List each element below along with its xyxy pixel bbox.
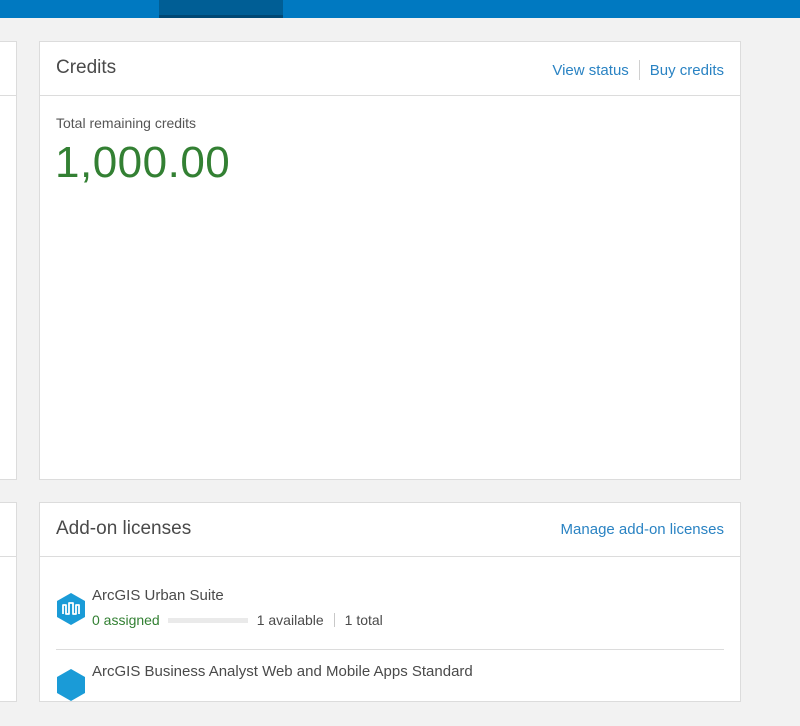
remaining-credits-value: 1,000.00: [55, 138, 231, 187]
license-item: ArcGIS Business Analyst Web and Mobile A…: [56, 656, 724, 726]
available-count: 1 available: [256, 612, 324, 628]
arcgis-urban-icon: [57, 593, 85, 625]
top-nav-bar: [0, 0, 800, 18]
addon-header: Add-on licenses Manage add-on licenses: [40, 503, 740, 557]
left-panel-top: [0, 41, 17, 480]
credits-header: Credits View status Buy credits: [40, 42, 740, 96]
manage-addon-licenses-link[interactable]: Manage add-on licenses: [561, 521, 724, 538]
credits-panel: Credits View status Buy credits Total re…: [39, 41, 741, 480]
assigned-count: 0 assigned: [92, 612, 160, 628]
license-name[interactable]: ArcGIS Urban Suite: [92, 587, 224, 604]
view-status-link[interactable]: View status: [552, 62, 628, 79]
business-analyst-icon: [57, 669, 85, 701]
assignment-progress-bar: [167, 617, 248, 623]
addon-title: Add-on licenses: [56, 518, 192, 539]
left-panel-bottom: [0, 502, 17, 702]
addon-licenses-panel: Add-on licenses Manage add-on licenses A…: [39, 502, 741, 702]
total-count: 1 total: [344, 612, 383, 628]
link-separator: [638, 60, 640, 80]
credits-title: Credits: [56, 57, 117, 78]
credits-links: View status Buy credits: [552, 60, 724, 80]
buy-credits-link[interactable]: Buy credits: [650, 62, 724, 79]
meta-separator: [333, 613, 335, 627]
addon-links: Manage add-on licenses: [561, 521, 724, 538]
panel-divider: [0, 95, 16, 96]
license-usage: 0 assigned 1 available 1 total: [92, 612, 383, 628]
remaining-credits-label: Total remaining credits: [56, 115, 197, 131]
panel-divider: [0, 556, 16, 557]
nav-tab-active[interactable]: [159, 0, 283, 18]
license-item: ArcGIS Urban Suite 0 assigned 1 availabl…: [56, 580, 724, 650]
